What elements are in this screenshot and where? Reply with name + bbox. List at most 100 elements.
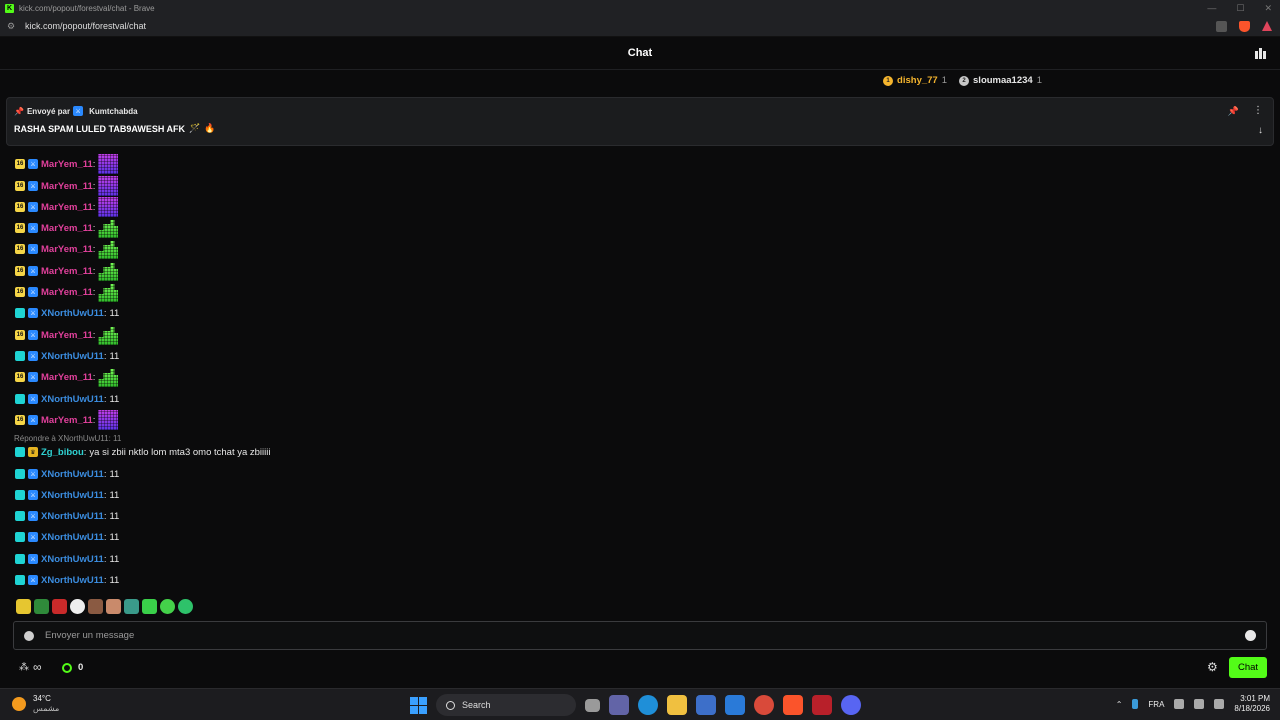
battery-icon[interactable] xyxy=(1214,699,1225,709)
edge-icon[interactable] xyxy=(638,695,658,715)
url-field[interactable]: kick.com/popout/forestval/chat xyxy=(25,21,146,31)
media-app-icon[interactable] xyxy=(812,695,832,715)
leader-item[interactable]: 1 dishy_77 1 xyxy=(883,75,947,86)
message-username[interactable]: XNorthUwU11 xyxy=(41,469,104,480)
message-username[interactable]: XNorthUwU11 xyxy=(41,532,104,543)
windows-start-icon[interactable] xyxy=(410,696,427,714)
message-username[interactable]: MarYem_11 xyxy=(41,181,93,192)
message-username[interactable]: XNorthUwU11 xyxy=(41,394,104,405)
users-icon[interactable] xyxy=(1255,48,1266,59)
moderator-badge-icon: ⚔ xyxy=(28,351,38,361)
chat-message-row[interactable]: 16 ⚔ MarYem_11: xyxy=(15,369,119,387)
message-username[interactable]: XNorthUwU11 xyxy=(41,554,104,565)
discord-icon[interactable] xyxy=(841,695,861,715)
language-indicator[interactable]: FRA xyxy=(1148,700,1164,709)
brave-browser-icon[interactable] xyxy=(783,695,803,715)
brave-shields-icon[interactable] xyxy=(1239,20,1250,32)
message-username[interactable]: XNorthUwU11 xyxy=(41,490,104,501)
chrome-icon[interactable] xyxy=(754,695,774,715)
settings-gear-icon[interactable]: ⚙ xyxy=(1207,661,1218,673)
emote-icon[interactable] xyxy=(34,599,49,614)
brave-rewards-icon[interactable] xyxy=(1262,21,1272,31)
message-username[interactable]: MarYem_11 xyxy=(41,287,93,298)
chat-message-row[interactable]: 16 ⚔ MarYem_11: xyxy=(15,410,119,430)
emote-icon[interactable] xyxy=(178,599,193,614)
moderator-badge-icon: ⚔ xyxy=(28,223,38,233)
moderator-badge-icon: ⚔ xyxy=(28,511,38,521)
volume-icon[interactable] xyxy=(1194,699,1205,709)
chat-message-row[interactable]: 16 ⚔ MarYem_11: xyxy=(15,220,119,238)
message-username[interactable]: XNorthUwU11 xyxy=(41,511,104,522)
emoji-picker-icon[interactable] xyxy=(1245,630,1256,641)
emote-icon[interactable] xyxy=(106,599,121,614)
chat-message-row[interactable]: 16 ⚔ MarYem_11: xyxy=(15,241,119,259)
tray-overflow-icon[interactable]: ⌃ xyxy=(1116,700,1123,709)
chat-message-row[interactable]: ♛ Zg_bibou: ya si zbii nktlo lom mta3 omo … xyxy=(15,444,270,460)
chat-message-row[interactable]: ⚔ XNorthUwU11:11 xyxy=(15,466,119,482)
moderator-badge-icon: ⚔ xyxy=(28,415,38,425)
message-username[interactable]: XNorthUwU11 xyxy=(41,575,104,586)
leader-item[interactable]: 2 sloumaa1234 1 xyxy=(959,75,1042,86)
teams-icon[interactable] xyxy=(609,695,629,715)
expand-arrow-icon[interactable]: ↓ xyxy=(1258,125,1263,136)
more-options-icon[interactable]: ⋮ xyxy=(1253,105,1263,116)
chat-message-row[interactable]: 16 ⚔ MarYem_11: xyxy=(15,284,119,302)
message-username[interactable]: MarYem_11 xyxy=(41,415,93,426)
emote-icon[interactable] xyxy=(52,599,67,614)
store-icon[interactable] xyxy=(696,695,716,715)
chat-message-row[interactable]: ⚔ XNorthUwU11:11 xyxy=(15,529,119,545)
emote-icon[interactable] xyxy=(88,599,103,614)
chat-message-row[interactable]: 16 ⚔ MarYem_11: xyxy=(15,197,119,217)
emote-icon[interactable] xyxy=(70,599,85,614)
taskbar-search[interactable]: Search xyxy=(436,694,576,716)
channel-points[interactable]: 0 xyxy=(62,662,83,673)
maximize-icon[interactable]: ☐ xyxy=(1236,3,1244,14)
unpin-icon[interactable]: 📌 xyxy=(1228,106,1239,117)
message-username[interactable]: MarYem_11 xyxy=(41,244,93,255)
emote-icon[interactable] xyxy=(142,599,157,614)
emote-icon[interactable] xyxy=(16,599,31,614)
chat-status-left[interactable]: ⁂ ∞ xyxy=(19,660,42,674)
moderator-badge-icon: ⚔ xyxy=(28,575,38,585)
weather-widget[interactable]: 34°C مشمس xyxy=(12,694,59,714)
site-info-icon[interactable]: ⚙ xyxy=(7,21,17,32)
chat-message-row[interactable]: 16 ⚔ MarYem_11: xyxy=(15,154,119,174)
message-username[interactable]: MarYem_11 xyxy=(41,266,93,277)
chat-message-row[interactable]: 16 ⚔ MarYem_11: xyxy=(15,263,119,281)
chat-message-row[interactable]: ⚔ XNorthUwU11:11 xyxy=(15,487,119,503)
chat-message-row[interactable]: ⚔ XNorthUwU11:11 xyxy=(15,572,119,588)
chat-message-row[interactable]: ⚔ XNorthUwU11:11 xyxy=(15,391,119,407)
chat-message-row[interactable]: ⚔ XNorthUwU11:11 xyxy=(15,551,119,567)
file-explorer-icon[interactable] xyxy=(667,695,687,715)
message-username[interactable]: MarYem_11 xyxy=(41,223,93,234)
chat-message-row[interactable]: 16 ⚔ MarYem_11: xyxy=(15,327,119,345)
emote-icon[interactable] xyxy=(124,599,139,614)
close-icon[interactable]: ✕ xyxy=(1264,3,1272,14)
chat-message-row[interactable]: ⚔ XNorthUwU11:11 xyxy=(15,508,119,524)
chat-message-row[interactable]: ⚔ XNorthUwU11:11 xyxy=(15,305,119,321)
chat-rules-icon[interactable] xyxy=(24,630,34,641)
pinned-sender-name[interactable]: Kumtchabda xyxy=(89,107,137,116)
message-username[interactable]: MarYem_11 xyxy=(41,159,93,170)
chat-message-row[interactable]: ⚔ XNorthUwU11:11 xyxy=(15,348,119,364)
translate-icon[interactable] xyxy=(1216,20,1227,32)
message-text: 11 xyxy=(109,468,120,480)
message-username[interactable]: XNorthUwU11 xyxy=(41,351,104,362)
subscriber-badge-icon xyxy=(15,532,25,542)
emote-icon[interactable] xyxy=(160,599,175,614)
message-username[interactable]: XNorthUwU11 xyxy=(41,308,104,319)
send-chat-button[interactable]: Chat xyxy=(1229,657,1267,678)
taskbar-clock[interactable]: 3:01 PM 8/18/2026 xyxy=(1234,694,1270,714)
microphone-icon[interactable] xyxy=(1132,699,1139,709)
network-icon[interactable] xyxy=(1174,699,1185,709)
minimize-icon[interactable]: — xyxy=(1207,3,1216,13)
message-username[interactable]: MarYem_11 xyxy=(41,330,93,341)
message-username[interactable]: Zg_bibou xyxy=(41,447,84,458)
chat-message-row[interactable]: 16 ⚔ MarYem_11: xyxy=(15,176,119,196)
message-username[interactable]: MarYem_11 xyxy=(41,372,93,383)
task-view-icon[interactable] xyxy=(585,698,600,712)
message-username[interactable]: MarYem_11 xyxy=(41,202,93,213)
mail-icon[interactable] xyxy=(725,695,745,715)
subscriber-badge-icon: 16 xyxy=(15,415,25,425)
message-input[interactable] xyxy=(45,630,1195,641)
